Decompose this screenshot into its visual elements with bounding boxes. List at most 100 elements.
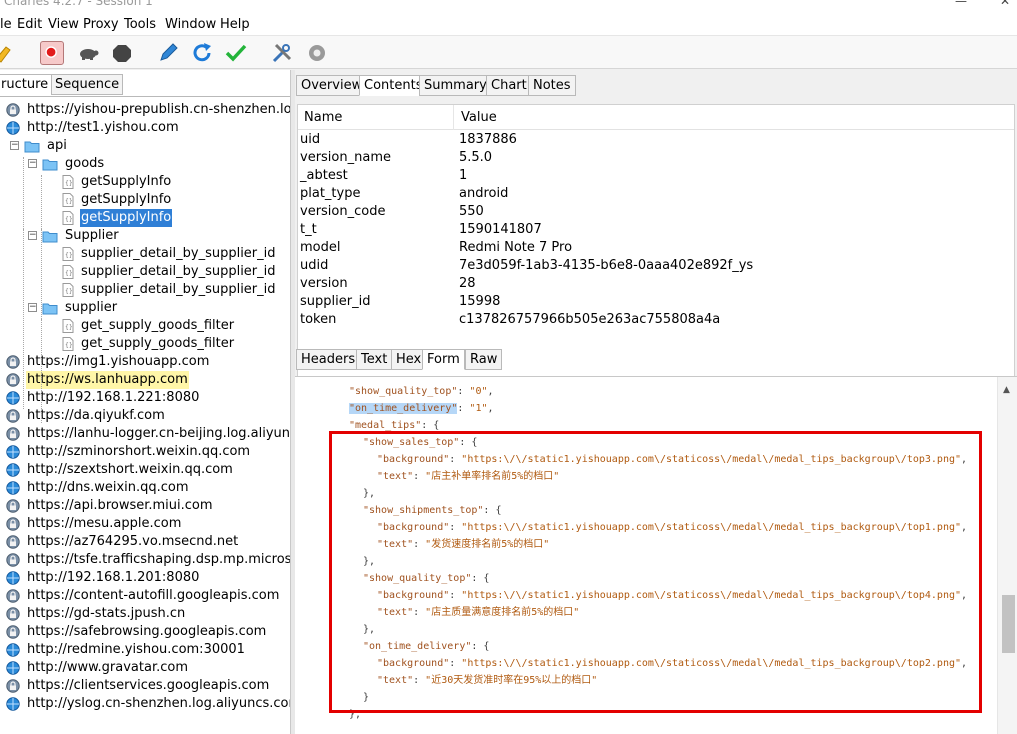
tab-overview[interactable]: Overview	[296, 75, 368, 96]
tab-sequence[interactable]: Sequence	[51, 74, 124, 95]
param-value-cell: Redmi Note 7 Pro	[459, 240, 573, 255]
param-value-cell: 5.5.0	[459, 150, 493, 165]
vertical-scrollbar[interactable]: ▲	[997, 377, 1017, 734]
lock-host-icon	[6, 589, 20, 603]
globe-icon	[6, 121, 20, 135]
json-punctuation: ,	[487, 386, 494, 397]
svg-text:{}: {}	[65, 252, 73, 259]
record-icon[interactable]	[40, 41, 64, 65]
broom-icon[interactable]	[0, 41, 16, 65]
table-row[interactable]: version 28	[298, 275, 1014, 293]
json-file-icon: {}	[62, 211, 76, 225]
form-table: Name Value uid 1837886 version_name 5.5.0 _a…	[297, 104, 1015, 382]
json-file-icon: {}	[62, 193, 76, 207]
tree-node-label: https://tsfe.trafficshaping.dsp.mp.micro…	[27, 552, 291, 567]
json-file-icon: {}	[62, 283, 76, 297]
tree-connector-line	[41, 229, 42, 405]
table-row[interactable]: version_code 550	[298, 203, 1014, 221]
tab-structure[interactable]: ructure	[0, 74, 53, 95]
param-name-cell: plat_type	[300, 186, 361, 201]
tree-node-label: https://clientservices.googleapis.com	[27, 678, 270, 693]
table-row[interactable]: plat_type android	[298, 185, 1014, 203]
collapse-toggle-icon[interactable]: −	[28, 303, 37, 312]
menu-tools[interactable]: Tools	[124, 17, 156, 32]
collapse-toggle-icon[interactable]: −	[28, 231, 37, 240]
param-name-cell: udid	[300, 258, 329, 273]
tree-node-label: supplier_detail_by_supplier_id	[81, 282, 276, 297]
tab-form[interactable]: Form	[422, 349, 465, 370]
table-row[interactable]: _abtest 1	[298, 167, 1014, 185]
tree-node-label: http://www.gravatar.com	[27, 660, 188, 675]
response-body-viewer[interactable]: "show_quality_top": "0", "on_time_deliver…	[295, 376, 1017, 734]
param-value-cell: android	[459, 186, 509, 201]
table-row[interactable]: token c137826757966b505e263ac755808a4a	[298, 311, 1014, 329]
tab-headers[interactable]: Headers	[296, 349, 361, 370]
json-string-value: "0"	[469, 386, 488, 397]
tab-raw[interactable]: Raw	[465, 349, 503, 370]
tab-notes[interactable]: Notes	[528, 75, 576, 96]
lock-host-icon	[6, 679, 20, 693]
tree-node-label: goods	[65, 156, 105, 171]
tree-node-label: https://yishou-prepublish.cn-shenzhen.lo…	[27, 102, 291, 117]
svg-text:{}: {}	[65, 342, 73, 349]
breakpoints-icon[interactable]	[110, 41, 134, 65]
table-row[interactable]: uid 1837886	[298, 131, 1014, 149]
param-name-cell: _abtest	[300, 168, 348, 183]
tools-icon[interactable]	[270, 41, 294, 65]
table-row[interactable]: udid 7e3d059f-1ab3-4135-b6e8-0aaa402e892f…	[298, 257, 1014, 275]
column-name-header[interactable]: Name	[304, 110, 342, 125]
tab-text[interactable]: Text	[356, 349, 393, 370]
param-name-cell: token	[300, 312, 337, 327]
tree-node-label: https://az764295.vo.msecnd.net	[27, 534, 239, 549]
tree-node-label: supplier_detail_by_supplier_id	[81, 246, 276, 261]
settings-gear-icon[interactable]	[305, 41, 329, 65]
validate-check-icon[interactable]	[224, 41, 248, 65]
collapse-toggle-icon[interactable]: −	[28, 159, 37, 168]
globe-icon	[6, 463, 20, 477]
scrollbar-thumb[interactable]	[1002, 595, 1015, 653]
folder-icon	[42, 229, 58, 243]
code-line: "show_quality_top": "0",	[349, 383, 494, 400]
menu-view[interactable]: View	[48, 17, 79, 32]
json-key: "medal_tips"	[349, 420, 422, 431]
tree-node-label: supplier	[65, 300, 118, 315]
menu-proxy[interactable]: Proxy	[83, 17, 119, 32]
param-name-cell: supplier_id	[300, 294, 371, 309]
tab-summary[interactable]: Summary	[419, 75, 492, 96]
folder-icon	[42, 157, 58, 171]
menu-edit[interactable]: Edit	[17, 17, 42, 32]
column-value-header[interactable]: Value	[461, 110, 497, 125]
table-row[interactable]: supplier_id 15998	[298, 293, 1014, 311]
code-line: "on_time_delivery": "1",	[349, 400, 494, 417]
minimize-icon[interactable]: —	[955, 0, 967, 8]
refresh-icon[interactable]	[190, 41, 214, 65]
turtle-throttle-icon[interactable]	[76, 41, 100, 65]
menu-help[interactable]: Help	[220, 17, 250, 32]
table-row[interactable]: version_name 5.5.0	[298, 149, 1014, 167]
svg-text:{}: {}	[65, 180, 73, 187]
globe-icon	[6, 481, 20, 495]
detail-panel: Overview Contents Summary Chart Notes Na…	[295, 70, 1017, 734]
menu-file[interactable]: le	[0, 17, 12, 32]
close-icon[interactable]: ✕	[1000, 0, 1010, 8]
edit-pencil-icon[interactable]	[156, 41, 180, 65]
tree-node-label: https://api.browser.miui.com	[27, 498, 213, 513]
tree-node-label: http://192.168.1.221:8080	[27, 390, 200, 405]
scroll-up-icon[interactable]: ▲	[1003, 385, 1010, 395]
globe-icon	[6, 571, 20, 585]
param-name-cell: t_t	[300, 222, 317, 237]
tab-hex[interactable]: Hex	[391, 349, 427, 370]
globe-icon	[6, 661, 20, 675]
param-name-cell: version_name	[300, 150, 391, 165]
menu-window[interactable]: Window	[165, 17, 216, 32]
svg-text:{}: {}	[65, 198, 73, 205]
lock-host-icon	[6, 607, 20, 621]
table-row[interactable]: model Redmi Note 7 Pro	[298, 239, 1014, 257]
tree-node-label: Supplier	[65, 228, 119, 243]
tab-chart[interactable]: Chart	[486, 75, 532, 96]
json-key: "show_quality_top"	[349, 386, 458, 397]
table-row[interactable]: t_t 1590141807	[298, 221, 1014, 239]
lock-host-icon	[6, 409, 20, 423]
collapse-toggle-icon[interactable]: −	[10, 141, 19, 150]
tab-contents[interactable]: Contents	[359, 75, 428, 96]
